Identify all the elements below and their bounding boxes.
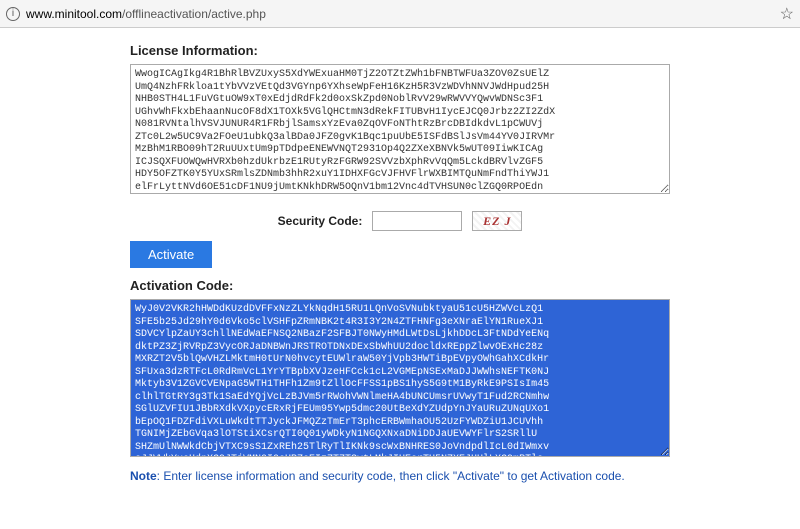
bookmark-star-icon[interactable]: ☆ <box>780 4 794 24</box>
note-prefix: Note <box>130 469 157 483</box>
license-info-textarea[interactable] <box>130 64 670 194</box>
url-domain: www.minitool.com <box>26 7 122 21</box>
url-text[interactable]: www.minitool.com/offlineactivation/activ… <box>26 7 774 21</box>
activate-button[interactable]: Activate <box>130 241 212 268</box>
security-code-label: Security Code: <box>278 214 363 228</box>
url-path: /offlineactivation/active.php <box>122 7 266 21</box>
page-content: License Information: Security Code: EZ J… <box>120 43 680 485</box>
license-info-title: License Information: <box>130 43 670 58</box>
security-code-input[interactable] <box>372 211 462 231</box>
note-body: : Enter license information and security… <box>157 469 625 483</box>
captcha-image: EZ J <box>472 211 522 231</box>
activation-code-title: Activation Code: <box>130 278 670 293</box>
site-info-icon[interactable]: i <box>6 7 20 21</box>
note-text: Note: Enter license information and secu… <box>130 468 670 485</box>
security-code-row: Security Code: EZ J <box>130 211 670 231</box>
activation-code-wrap <box>130 299 670 460</box>
activation-code-textarea[interactable] <box>130 299 670 457</box>
browser-url-bar: i www.minitool.com/offlineactivation/act… <box>0 0 800 28</box>
